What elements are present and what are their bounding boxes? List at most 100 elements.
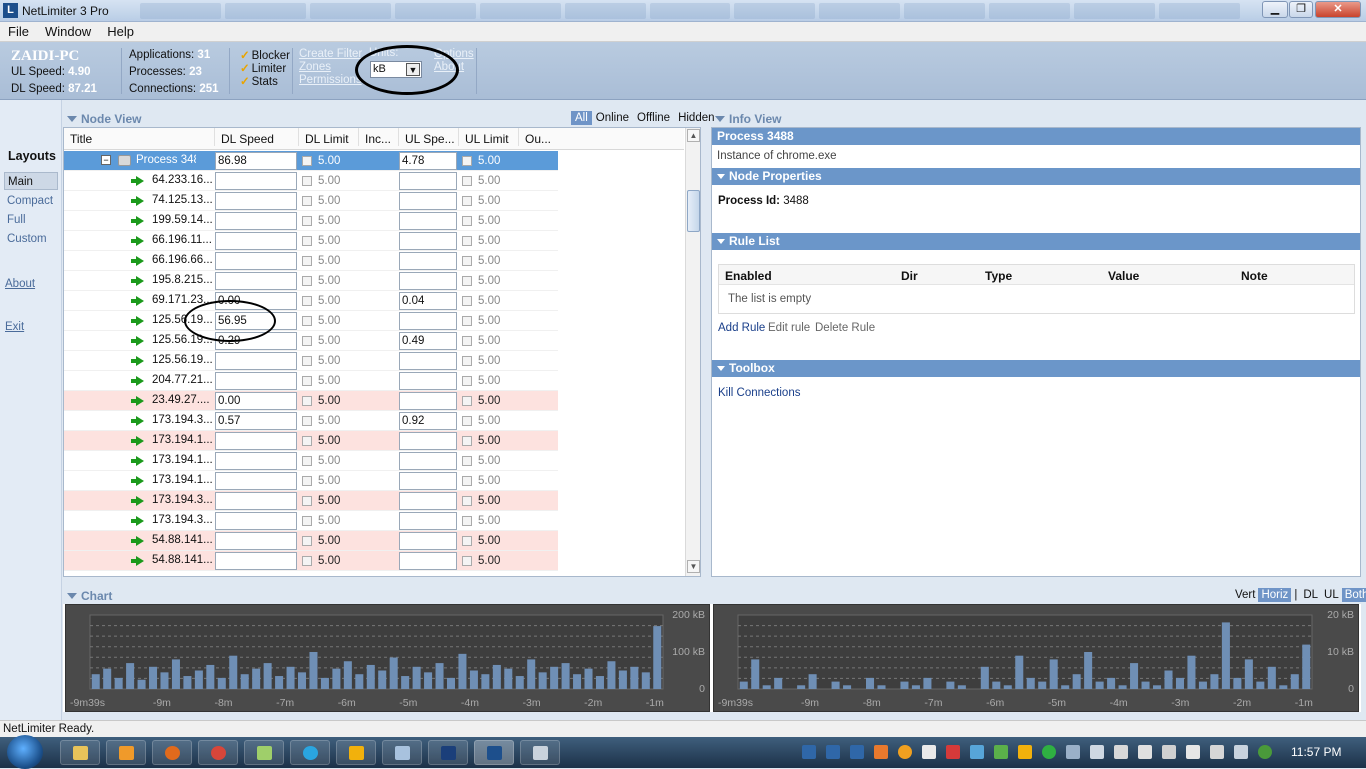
connection-row[interactable]: 173.194.1... 5.00 5.00 <box>64 431 558 451</box>
media-player-taskbar-button[interactable] <box>106 740 146 765</box>
scroll-thumb[interactable] <box>687 190 700 232</box>
ul-speed-cell[interactable]: 0.92 <box>399 412 457 430</box>
ul-speed-cell[interactable] <box>399 252 457 270</box>
rule-col-enabled[interactable]: Enabled <box>725 269 772 283</box>
dl-limit-checkbox[interactable] <box>302 236 312 246</box>
connection-row[interactable]: 66.196.11... 5.00 5.00 <box>64 231 558 251</box>
kill-connections-link[interactable]: Kill Connections <box>718 387 800 399</box>
ul-speed-cell[interactable]: 0.49 <box>399 332 457 350</box>
dl-speed-cell[interactable] <box>215 172 297 190</box>
connection-row[interactable]: 54.88.141.... 5.00 5.00 <box>64 531 558 551</box>
layout-full[interactable]: Full <box>4 211 58 229</box>
dl-limit-checkbox[interactable] <box>302 516 312 526</box>
start-button[interactable] <box>7 735 43 769</box>
ul-limit-checkbox[interactable] <box>462 236 472 246</box>
ul-limit-checkbox[interactable] <box>462 416 472 426</box>
ul-limit-checkbox[interactable] <box>462 256 472 266</box>
dl-limit-checkbox[interactable] <box>302 376 312 386</box>
delete-rule-link[interactable]: Delete Rule <box>815 322 875 334</box>
tray-icon[interactable] <box>1114 745 1128 759</box>
layout-compact[interactable]: Compact <box>4 192 58 210</box>
explorer-taskbar-button[interactable] <box>60 740 100 765</box>
maximize-button[interactable]: ❐ <box>1289 1 1313 18</box>
ul-speed-cell[interactable] <box>399 492 457 510</box>
dl-speed-cell[interactable] <box>215 472 297 490</box>
speaker-icon[interactable] <box>1138 745 1152 759</box>
dl-speed-cell[interactable] <box>215 192 297 210</box>
minimize-button[interactable]: ▁ <box>1262 1 1288 18</box>
chrome-taskbar-button[interactable] <box>198 740 238 765</box>
collapse-icon[interactable]: − <box>101 155 111 165</box>
dl-speed-cell[interactable] <box>215 512 297 530</box>
ul-speed-cell[interactable] <box>399 552 457 570</box>
ul-speed-cell[interactable] <box>399 232 457 250</box>
column-dl-speed[interactable]: DL Speed <box>214 128 274 146</box>
dl-speed-cell[interactable] <box>215 212 297 230</box>
ul-limit-checkbox[interactable] <box>462 496 472 506</box>
rule-col-note[interactable]: Note <box>1241 269 1268 283</box>
dl-limit-checkbox[interactable] <box>302 256 312 266</box>
rule-col-type[interactable]: Type <box>985 269 1012 283</box>
ul-speed-cell[interactable] <box>399 172 457 190</box>
dl-speed-cell[interactable] <box>215 252 297 270</box>
pdf-tray-icon[interactable] <box>922 745 936 759</box>
dl-limit-checkbox[interactable] <box>302 196 312 206</box>
netlimiter-tray-icon[interactable] <box>850 745 864 759</box>
ul-limit-checkbox[interactable] <box>462 556 472 566</box>
chart-ul[interactable]: UL <box>1321 588 1342 602</box>
add-rule-link[interactable]: Add Rule <box>718 322 765 334</box>
tray-icon[interactable] <box>1090 745 1104 759</box>
connection-row[interactable]: 64.233.16... 5.00 5.00 <box>64 171 558 191</box>
dl-limit-checkbox[interactable] <box>302 436 312 446</box>
netlimiter-tray-icon[interactable] <box>826 745 840 759</box>
ul-limit-checkbox[interactable] <box>462 536 472 546</box>
dl-speed-cell[interactable] <box>215 352 297 370</box>
dl-limit-checkbox[interactable] <box>302 536 312 546</box>
dl-limit-checkbox[interactable] <box>302 156 312 166</box>
dl-speed-cell[interactable] <box>215 372 297 390</box>
netlimiter-tray-icon[interactable] <box>802 745 816 759</box>
monitor-icon[interactable] <box>1066 745 1080 759</box>
node-properties-bar[interactable]: Node Properties <box>712 168 1360 185</box>
exit-link[interactable]: Exit <box>5 321 24 333</box>
ul-speed-cell[interactable] <box>399 352 457 370</box>
vertical-scrollbar[interactable]: ▲ ▼ <box>685 128 700 576</box>
ul-limit-checkbox[interactable] <box>462 176 472 186</box>
ul-speed-cell[interactable] <box>399 472 457 490</box>
ul-limit-checkbox[interactable] <box>462 156 472 166</box>
connection-row[interactable]: 54.88.141.... 5.00 5.00 <box>64 551 558 571</box>
ul-speed-cell[interactable] <box>399 532 457 550</box>
tray-icon[interactable] <box>1018 745 1032 759</box>
blocker-toggle[interactable]: ✓ Blocker <box>240 48 290 62</box>
folder-taskbar-button[interactable] <box>244 740 284 765</box>
calculator-taskbar-button[interactable] <box>520 740 560 765</box>
dl-limit-checkbox[interactable] <box>302 476 312 486</box>
network-icon[interactable] <box>1258 745 1272 759</box>
chart-horiz[interactable]: Horiz <box>1258 588 1292 602</box>
tray-icon[interactable] <box>1186 745 1200 759</box>
connection-row[interactable]: 74.125.13... 5.00 5.00 <box>64 191 558 211</box>
connection-row[interactable]: 173.194.3... 5.00 5.00 <box>64 511 558 531</box>
connection-row[interactable]: 66.196.66... 5.00 5.00 <box>64 251 558 271</box>
ul-speed-cell[interactable] <box>399 452 457 470</box>
dl-limit-checkbox[interactable] <box>302 176 312 186</box>
process-row[interactable]: − Process 3488 86.98 5.00 4.78 5.00 <box>64 151 558 171</box>
connection-row[interactable]: 125.56.19... 5.00 5.00 <box>64 351 558 371</box>
dl-speed-cell[interactable] <box>215 272 297 290</box>
tray-icon[interactable] <box>994 745 1008 759</box>
connection-row[interactable]: 199.59.14... 5.00 5.00 <box>64 211 558 231</box>
connection-row[interactable]: 23.49.27.... 0.00 5.00 5.00 <box>64 391 558 411</box>
filter-all[interactable]: All <box>571 111 592 125</box>
shield-icon[interactable] <box>946 745 960 759</box>
ul-speed-cell[interactable] <box>399 192 457 210</box>
dl-limit-checkbox[interactable] <box>302 316 312 326</box>
filter-online[interactable]: Online <box>592 111 633 125</box>
info-view-header[interactable]: Info View <box>711 111 781 127</box>
dl-speed-cell[interactable]: 0.00 <box>215 392 297 410</box>
ul-limit-checkbox[interactable] <box>462 276 472 286</box>
connection-row[interactable]: 125.56.19... 56.95 5.00 5.00 <box>64 311 558 331</box>
tray-icon[interactable] <box>898 745 912 759</box>
connection-row[interactable]: 69.171.23... 0.00 5.00 0.04 5.00 <box>64 291 558 311</box>
dl-limit-checkbox[interactable] <box>302 216 312 226</box>
signal-icon[interactable] <box>1234 745 1248 759</box>
